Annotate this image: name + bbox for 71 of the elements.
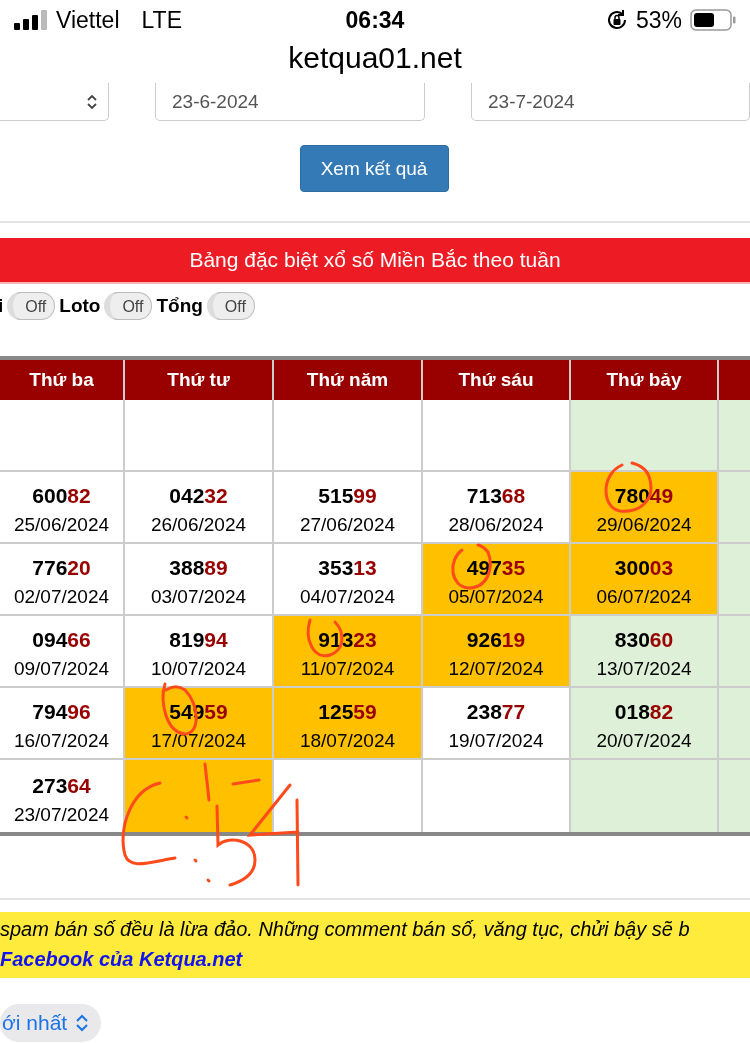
draw-date: 02/07/2024 [13, 586, 110, 608]
draw-date: 27/06/2024 [299, 514, 396, 536]
column-header: Thứ bảy [571, 360, 719, 400]
column-header [719, 360, 750, 400]
special-prize-number: 09466 [32, 628, 91, 652]
draw-date: 19/07/2024 [448, 730, 544, 752]
draw-date: 03/07/2024 [150, 586, 247, 608]
draw-date: 10/07/2024 [150, 658, 247, 680]
draw-date: 12/07/2024 [448, 658, 544, 680]
signal-icon [14, 10, 48, 30]
special-prize-number: 83060 [614, 628, 674, 652]
draw-date: 29/06/2024 [596, 514, 692, 536]
column-header: Thứ sáu [423, 360, 571, 400]
draw-date: 13/07/2024 [596, 658, 692, 680]
special-prize-number: 71368 [466, 484, 526, 508]
facebook-link[interactable]: Facebook của Ketqua.net [0, 944, 243, 974]
special-prize-number: 92619 [466, 628, 526, 652]
battery-percentage: 53% [635, 6, 682, 34]
special-prize-number: 35313 [318, 556, 377, 580]
toggle-switch[interactable]: Off [7, 292, 56, 320]
special-prize-number: 81994 [169, 628, 228, 652]
select-field[interactable] [0, 83, 109, 121]
special-prize-number: 91323 [318, 628, 377, 652]
column-header: Thứ năm [274, 360, 423, 400]
draw-date: 04/07/2024 [299, 586, 396, 608]
notice-text: spam bán số đều là lừa đảo. Những comment bán số, văng tục, chửi bậy sẽ b [0, 917, 691, 942]
draw-date: 11/07/2024 [300, 658, 395, 680]
clock-time: 06:34 [344, 6, 406, 34]
date-input-field[interactable]: 23-6-2024 [155, 83, 425, 121]
date-input-field[interactable]: 23-7-2024 [471, 83, 750, 121]
chevron-updown-icon [86, 93, 98, 110]
special-prize-number: 30003 [614, 556, 674, 580]
special-prize-number: 01882 [614, 700, 674, 724]
toggle-label: i [0, 295, 4, 317]
column-header: Thứ tư [125, 360, 274, 400]
view-results-button[interactable]: Xem kết quả [299, 145, 449, 192]
toggle-switch[interactable]: Off [104, 292, 153, 320]
rotation-lock-icon [605, 9, 628, 31]
draw-date: 05/07/2024 [448, 586, 544, 608]
carrier-name: Viettel [56, 6, 120, 34]
draw-date: 28/06/2024 [448, 514, 544, 536]
sort-dropdown[interactable]: ới nhất [0, 1004, 102, 1042]
network-type: LTE [141, 6, 182, 34]
chevron-updown-icon [75, 1013, 90, 1033]
draw-date: 23/07/2024 [13, 804, 110, 826]
special-prize-number: 04232 [169, 484, 228, 508]
draw-date: 16/07/2024 [13, 730, 110, 752]
toggle-label: Tổng [156, 295, 203, 317]
draw-date: 20/07/2024 [596, 730, 692, 752]
special-prize-number: 77620 [32, 556, 91, 580]
toggle-label: Loto [59, 295, 101, 317]
table-title-banner: Bảng đặc biệt xổ số Miền Bắc theo tuần [0, 238, 750, 284]
special-prize-number: 51599 [318, 484, 377, 508]
draw-date: 25/06/2024 [13, 514, 110, 536]
page-address[interactable]: ketqua01.net [0, 40, 750, 80]
draw-date: 18/07/2024 [299, 730, 396, 752]
draw-date: 26/06/2024 [150, 514, 247, 536]
pen-stroke-drawing [203, 762, 211, 802]
battery-icon [690, 9, 736, 31]
special-prize-number: 12559 [318, 700, 377, 724]
special-prize-number: 60082 [32, 484, 91, 508]
draw-date: 17/07/2024 [150, 730, 247, 752]
special-prize-number: 38889 [169, 556, 228, 580]
draw-date: 09/07/2024 [13, 658, 110, 680]
special-prize-number: 79496 [32, 700, 91, 724]
special-prize-number: 23877 [466, 700, 526, 724]
special-prize-number: 27364 [32, 774, 91, 798]
toggle-switch[interactable]: Off [206, 292, 255, 320]
draw-date: 06/07/2024 [596, 586, 692, 608]
column-header: Thứ ba [0, 360, 125, 400]
special-prize-number: 49735 [466, 556, 526, 580]
